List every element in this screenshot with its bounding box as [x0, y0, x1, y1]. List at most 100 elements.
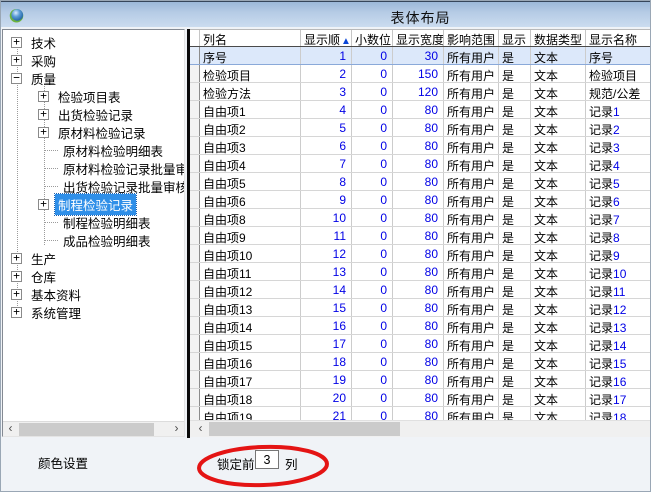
grid-cell[interactable]: 所有用户	[444, 101, 499, 118]
grid-cell[interactable]: 文本	[531, 155, 586, 172]
table-row[interactable]: 自由项1618080所有用户是文本记录15	[190, 353, 651, 371]
tree-item-label[interactable]: 系统管理	[28, 302, 84, 323]
grid-cell[interactable]: 自由项11	[200, 263, 301, 280]
grid-cell[interactable]: 所有用户	[444, 299, 499, 316]
grid-cell[interactable]: 文本	[531, 407, 586, 420]
grid-cell[interactable]: 1	[301, 47, 352, 64]
grid-cell[interactable]: 记录14	[586, 335, 651, 352]
grid-cell[interactable]: 自由项19	[200, 407, 301, 420]
table-row[interactable]: 自由项1012080所有用户是文本记录9	[190, 245, 651, 263]
grid-cell[interactable]: 是	[499, 371, 531, 388]
grid-cell[interactable]: 14	[301, 281, 352, 298]
expand-icon[interactable]: +	[38, 127, 49, 138]
row-selector-cell[interactable]	[190, 65, 200, 82]
grid-cell[interactable]: 8	[301, 173, 352, 190]
grid-cell[interactable]: 3	[301, 83, 352, 100]
row-selector-cell[interactable]	[190, 119, 200, 136]
tree-item[interactable]: +采购	[3, 51, 184, 69]
grid-cell[interactable]: 0	[352, 173, 393, 190]
grid-cell[interactable]: 是	[499, 83, 531, 100]
grid-cell[interactable]: 文本	[531, 281, 586, 298]
grid-cell[interactable]: 自由项5	[200, 173, 301, 190]
grid-cell[interactable]: 21	[301, 407, 352, 420]
row-selector-cell[interactable]	[190, 83, 200, 100]
grid-cell[interactable]: 7	[301, 155, 352, 172]
grid-cell[interactable]: 所有用户	[444, 317, 499, 334]
grid-cell[interactable]: 150	[393, 65, 444, 82]
scroll-right-arrow-icon[interactable]: ›	[169, 422, 184, 437]
grid-cell[interactable]: 0	[352, 155, 393, 172]
grid-cell[interactable]: 80	[393, 371, 444, 388]
grid-cell[interactable]: 序号	[586, 47, 651, 64]
tree-item[interactable]: +制程检验记录	[3, 195, 184, 213]
expand-icon[interactable]: +	[11, 289, 22, 300]
expand-icon[interactable]: +	[38, 91, 49, 102]
grid-cell[interactable]: 文本	[531, 209, 586, 226]
table-row[interactable]: 自由项1416080所有用户是文本记录13	[190, 317, 651, 335]
grid-cell[interactable]: 0	[352, 389, 393, 406]
row-selector-cell[interactable]	[190, 407, 200, 420]
grid-cell[interactable]: 12	[301, 245, 352, 262]
grid-cell[interactable]: 自由项3	[200, 137, 301, 154]
grid-cell[interactable]: 文本	[531, 299, 586, 316]
grid-cell[interactable]: 记录13	[586, 317, 651, 334]
grid-cell[interactable]: 80	[393, 281, 444, 298]
expand-icon[interactable]: +	[11, 55, 22, 66]
grid-cell[interactable]: 80	[393, 389, 444, 406]
grid-cell[interactable]: 记录6	[586, 191, 651, 208]
row-selector-cell[interactable]	[190, 47, 200, 64]
table-row[interactable]: 自由项47080所有用户是文本记录4	[190, 155, 651, 173]
grid-cell[interactable]: 是	[499, 173, 531, 190]
grid-cell[interactable]: 文本	[531, 389, 586, 406]
grid-cell[interactable]: 80	[393, 245, 444, 262]
grid-horizontal-scrollbar[interactable]: ‹	[190, 420, 651, 437]
grid-cell[interactable]: 记录9	[586, 245, 651, 262]
grid-cell[interactable]: 是	[499, 65, 531, 82]
grid-cell[interactable]: 所有用户	[444, 65, 499, 82]
grid-cell[interactable]: 是	[499, 227, 531, 244]
tree-item[interactable]: +技术	[3, 33, 184, 51]
grid-cell[interactable]: 所有用户	[444, 191, 499, 208]
grid-cell[interactable]: 所有用户	[444, 389, 499, 406]
column-header[interactable]: 小数位	[352, 30, 393, 46]
grid-cell[interactable]: 80	[393, 209, 444, 226]
table-row[interactable]: 自由项14080所有用户是文本记录1	[190, 101, 651, 119]
grid-cell[interactable]: 5	[301, 119, 352, 136]
grid-cell[interactable]: 80	[393, 263, 444, 280]
grid-cell[interactable]: 文本	[531, 83, 586, 100]
column-header[interactable]: 影响范围	[444, 30, 499, 46]
tree-item-label[interactable]: 成品检验明细表	[60, 230, 154, 251]
row-selector-cell[interactable]	[190, 281, 200, 298]
table-row[interactable]: 自由项1820080所有用户是文本记录17	[190, 389, 651, 407]
grid-cell[interactable]: 自由项4	[200, 155, 301, 172]
table-row[interactable]: 自由项25080所有用户是文本记录2	[190, 119, 651, 137]
grid-cell[interactable]: 0	[352, 137, 393, 154]
grid-cell[interactable]: 是	[499, 191, 531, 208]
row-selector-cell[interactable]	[190, 263, 200, 280]
grid-cell[interactable]: 记录11	[586, 281, 651, 298]
expand-icon[interactable]: +	[11, 271, 22, 282]
grid-cell[interactable]: 自由项10	[200, 245, 301, 262]
tree-item[interactable]: 制程检验明细表	[3, 213, 184, 231]
row-selector-cell[interactable]	[190, 317, 200, 334]
grid-cell[interactable]: 0	[352, 299, 393, 316]
grid-cell[interactable]: 0	[352, 317, 393, 334]
grid-cell[interactable]: 所有用户	[444, 371, 499, 388]
grid-cell[interactable]: 文本	[531, 371, 586, 388]
grid-cell[interactable]: 记录8	[586, 227, 651, 244]
table-row[interactable]: 自由项1719080所有用户是文本记录16	[190, 371, 651, 389]
grid-cell[interactable]: 记录17	[586, 389, 651, 406]
grid-cell[interactable]: 是	[499, 101, 531, 118]
grid-cell[interactable]: 是	[499, 335, 531, 352]
grid-cell[interactable]: 文本	[531, 317, 586, 334]
grid-cell[interactable]: 是	[499, 209, 531, 226]
grid-cell[interactable]: 记录1	[586, 101, 651, 118]
row-selector-cell[interactable]	[190, 191, 200, 208]
grid-cell[interactable]: 0	[352, 245, 393, 262]
tree-item[interactable]: 出货检验记录批量审核	[3, 177, 184, 195]
grid-cell[interactable]: 所有用户	[444, 173, 499, 190]
table-row[interactable]: 序号1030所有用户是文本序号	[190, 47, 651, 65]
collapse-icon[interactable]: −	[11, 73, 22, 84]
grid-cell[interactable]: 记录2	[586, 119, 651, 136]
grid-cell[interactable]: 文本	[531, 101, 586, 118]
